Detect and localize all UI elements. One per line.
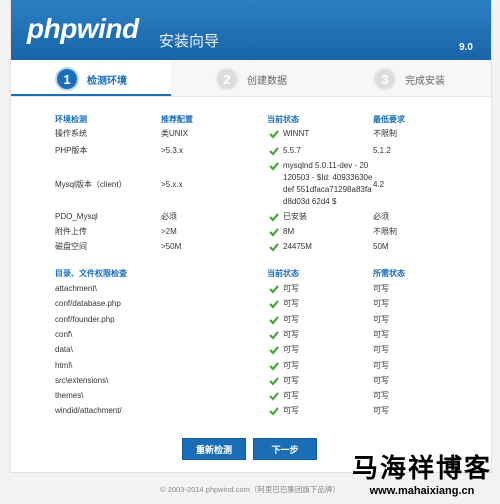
perm-required: 可写 [373, 284, 389, 293]
next-button[interactable]: 下一步 [253, 438, 317, 460]
col-header-required: 所需状态 [373, 269, 405, 278]
perm-current: 可写 [283, 345, 299, 354]
env-recommended: >50M [161, 242, 182, 251]
step-number: 1 [55, 67, 79, 91]
perm-required: 可写 [373, 406, 389, 415]
check-icon [269, 330, 279, 340]
recheck-button[interactable]: 重新检测 [182, 438, 246, 460]
check-icon [269, 315, 279, 325]
check-icon [269, 284, 279, 294]
perm-required: 可写 [373, 361, 389, 370]
check-icon [269, 242, 279, 252]
env-name: 附件上传 [55, 227, 87, 236]
perm-current: 可写 [283, 361, 299, 370]
check-icon [269, 227, 279, 237]
perm-path: conf/database.php [55, 299, 121, 308]
env-current: WINNT [283, 129, 310, 138]
env-current: 24475M [283, 242, 312, 251]
watermark-url: www.mahaixiang.cn [369, 485, 475, 497]
perm-path: data\ [55, 345, 73, 354]
perm-required: 可写 [373, 345, 389, 354]
check-icon [269, 345, 279, 355]
step-progress: 1 检测环境 2 创建数据 3 完成安装 [11, 60, 491, 97]
perm-current: 可写 [283, 299, 299, 308]
env-minimum: 不限制 [373, 227, 397, 236]
env-minimum: 50M [373, 242, 389, 251]
perm-path: windid/attachment/ [55, 406, 122, 415]
check-icon [269, 299, 279, 309]
step-number: 2 [215, 67, 239, 91]
perm-required: 可写 [373, 315, 389, 324]
step-number: 3 [373, 67, 397, 91]
check-icon [269, 361, 279, 371]
env-recommended: >5.3.x [161, 146, 184, 155]
perm-path: themes\ [55, 391, 84, 400]
perm-required: 可写 [373, 376, 389, 385]
version-label: 9.0 [459, 42, 473, 53]
perm-current: 可写 [283, 315, 299, 324]
perm-required: 可写 [373, 330, 389, 339]
step-label: 创建数据 [247, 75, 287, 87]
env-current: 已安装 [283, 212, 307, 221]
col-header-current: 当前状态 [267, 115, 299, 124]
env-minimum: 不限制 [373, 129, 397, 138]
check-icon [269, 406, 279, 416]
check-icon [269, 376, 279, 386]
watermark: 马海祥博客 www.mahaixiang.cn [352, 448, 492, 497]
perm-path: attachment\ [55, 284, 97, 293]
perm-required: 可写 [373, 299, 389, 308]
col-header-minimum: 最低要求 [373, 115, 405, 124]
env-recommended: 必须 [161, 212, 177, 221]
env-name: 操作系统 [55, 129, 87, 138]
env-recommended: >5.x.x [161, 180, 183, 189]
env-current: 8M [283, 227, 295, 236]
env-name: 磁盘空间 [55, 242, 87, 251]
step-1: 1 检测环境 [55, 67, 127, 91]
watermark-name: 马海祥博客 [351, 454, 492, 484]
perm-current: 可写 [283, 330, 299, 339]
env-name: PHP版本 [55, 146, 88, 155]
perm-path: html\ [55, 361, 73, 370]
step-label: 检测环境 [87, 75, 127, 87]
env-name: Mysql版本（client） [55, 180, 127, 189]
perm-current: 可写 [283, 406, 299, 415]
env-minimum: 4.2 [373, 180, 385, 189]
col-header-path: 目录、文件权限检查 [55, 269, 127, 278]
env-name: PDO_Mysql [55, 212, 98, 221]
perm-required: 可写 [373, 391, 389, 400]
col-header-recommended: 推荐配置 [161, 115, 193, 124]
env-minimum: 5.1.2 [373, 146, 391, 155]
perm-current: 可写 [283, 376, 299, 385]
env-recommended: >2M [161, 227, 177, 236]
env-current: 5.5.7 [283, 146, 301, 155]
perm-path: conf/founder.php [55, 315, 115, 324]
check-icon [269, 212, 279, 222]
check-icon [269, 391, 279, 401]
perm-current: 可写 [283, 284, 299, 293]
perm-path: src\extensions\ [55, 376, 109, 385]
env-recommended: 类UNIX [161, 129, 189, 138]
header: phpwind 安装向导 9.0 [11, 0, 491, 60]
check-icon [269, 146, 279, 156]
perm-current: 可写 [283, 391, 299, 400]
col-header-env: 环境检测 [55, 115, 87, 124]
step-2: 2 创建数据 [215, 67, 287, 91]
step-3: 3 完成安装 [373, 67, 445, 91]
step-label: 完成安装 [405, 75, 445, 87]
env-current: mysqlnd 5.0.11-dev - 20 120503 - $Id: 40… [283, 161, 373, 206]
phpwind-logo: phpwind [27, 13, 139, 44]
col-header-current: 当前状态 [267, 269, 299, 278]
installer-window: phpwind 安装向导 9.0 1 检测环境 2 创建数据 3 完成安装 环境… [10, 0, 492, 473]
perm-path: conf\ [55, 330, 73, 339]
check-icon [269, 129, 279, 139]
env-minimum: 必须 [373, 212, 389, 221]
page-title: 安装向导 [159, 33, 220, 50]
